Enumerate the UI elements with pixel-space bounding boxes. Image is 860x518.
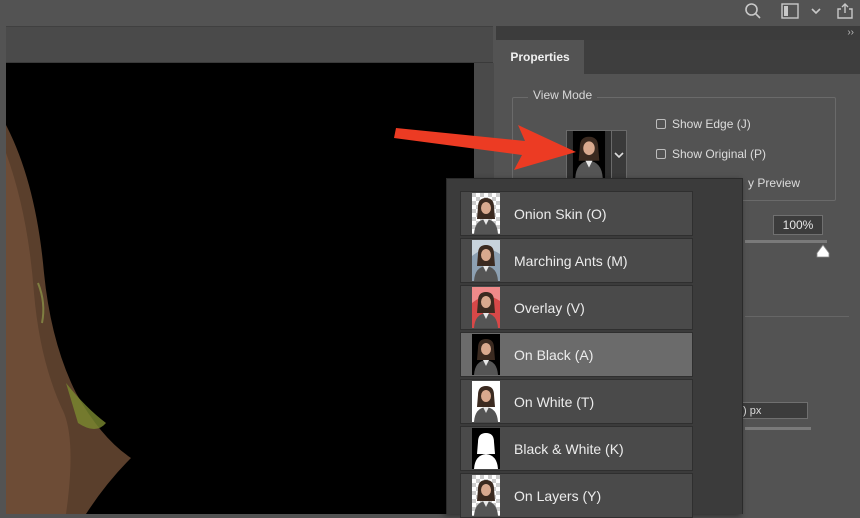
menu-item-black-and-white[interactable]: Black & White (K) <box>460 426 693 471</box>
menu-item-label: Onion Skin (O) <box>514 205 607 222</box>
share-icon[interactable] <box>834 0 856 22</box>
radius-field[interactable]: ) px <box>740 402 808 419</box>
menu-item-onion-skin[interactable]: Onion Skin (O) <box>460 191 693 236</box>
onion-skin-thumbnail <box>472 193 500 234</box>
marching-ants-thumbnail <box>472 240 500 281</box>
search-icon[interactable] <box>742 0 764 22</box>
menu-item-label: On Black (A) <box>514 346 594 363</box>
on-black-thumbnail <box>472 334 500 375</box>
collapse-icon[interactable]: ›› <box>847 26 854 40</box>
menu-item-overlay[interactable]: Overlay (V) <box>460 285 693 330</box>
app-toolbar <box>0 0 860 26</box>
panel-tab-bar: Properties <box>496 40 860 74</box>
chevron-down-icon <box>614 151 624 158</box>
show-original-option[interactable]: Show Original (P) <box>656 147 766 161</box>
menu-item-label: On White (T) <box>514 393 595 410</box>
menu-item-label: Overlay (V) <box>514 299 585 316</box>
view-mode-menu: Onion Skin (O) Marching Ants (M) Overlay… <box>446 178 743 518</box>
opacity-slider-knob[interactable] <box>816 244 830 258</box>
show-original-label: Show Original (P) <box>672 147 767 161</box>
preview-label: y Preview <box>748 176 801 190</box>
tab-properties[interactable]: Properties <box>496 40 584 74</box>
view-mode-dropdown-button[interactable] <box>611 130 627 179</box>
show-original-checkbox[interactable] <box>656 149 666 159</box>
menu-item-on-black[interactable]: On Black (A) <box>460 332 693 377</box>
annotation-arrow-icon <box>394 125 576 170</box>
overlay-thumbnail <box>472 287 500 328</box>
panel-divider <box>745 316 849 317</box>
menu-item-label: Black & White (K) <box>514 440 624 457</box>
black-and-white-thumbnail <box>472 428 500 469</box>
menu-item-on-layers[interactable]: On Layers (Y) <box>460 473 693 518</box>
document-tab-bar <box>6 26 493 63</box>
view-mode-legend: View Mode <box>528 88 598 102</box>
on-white-thumbnail <box>472 381 500 422</box>
layout-icon[interactable] <box>779 0 801 22</box>
show-edge-option[interactable]: Show Edge (J) <box>656 117 751 131</box>
opacity-slider-track[interactable] <box>745 240 827 243</box>
show-edge-label: Show Edge (J) <box>672 117 751 131</box>
show-edge-checkbox[interactable] <box>656 119 666 129</box>
opacity-field[interactable]: 100% <box>773 215 823 235</box>
panel-collapse-bar[interactable]: ›› <box>496 26 860 40</box>
menu-item-on-white[interactable]: On White (T) <box>460 379 693 424</box>
on-layers-thumbnail <box>472 475 500 516</box>
menu-item-label: On Layers (Y) <box>514 487 602 504</box>
chevron-down-icon[interactable] <box>808 0 824 22</box>
radius-slider-track[interactable] <box>745 427 811 430</box>
menu-item-label: Marching Ants (M) <box>514 252 628 269</box>
menu-item-marching-ants[interactable]: Marching Ants (M) <box>460 238 693 283</box>
